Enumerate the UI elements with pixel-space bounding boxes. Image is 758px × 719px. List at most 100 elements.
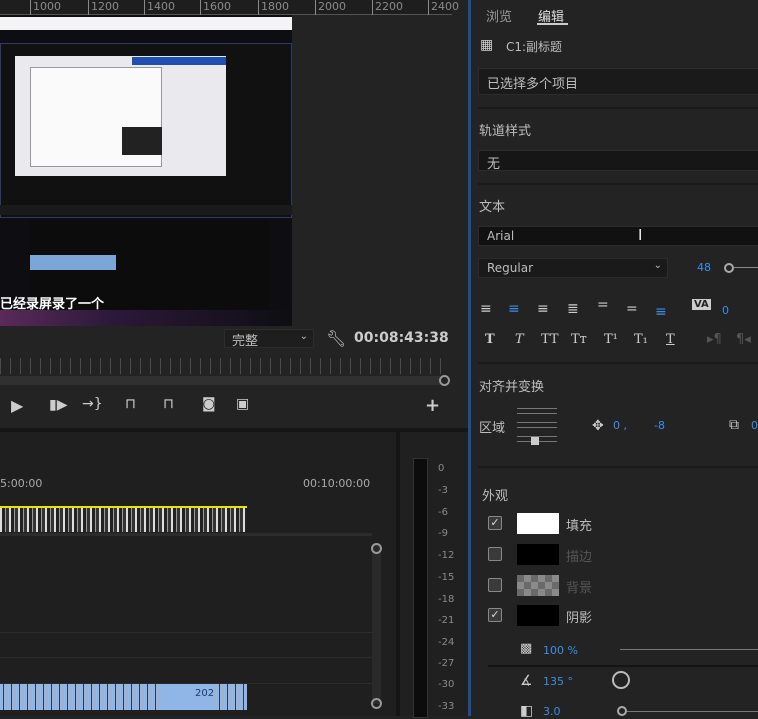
text-cursor-icon: I — [638, 226, 643, 244]
fill-checkbox[interactable]: ✓ — [488, 516, 502, 530]
meter-label: 0 — [438, 463, 445, 474]
shadow-color-swatch[interactable] — [517, 605, 559, 626]
shadow-distance[interactable]: 3.0 — [543, 705, 561, 718]
background-checkbox[interactable] — [488, 578, 502, 592]
background-color-swatch[interactable] — [517, 575, 559, 596]
font-size-slider-handle[interactable] — [724, 263, 734, 273]
meter-label: -33 — [438, 701, 455, 712]
text-heading: 文本 — [479, 200, 506, 215]
align-center-icon[interactable]: ≡ — [508, 301, 520, 317]
vertical-scrollbar[interactable] — [372, 544, 381, 704]
meter-label: -30 — [438, 679, 455, 690]
move-icon: ✥ — [592, 418, 604, 434]
audio-meter — [400, 432, 468, 718]
insert-icon[interactable]: →} — [82, 396, 103, 412]
align-left-icon[interactable]: ≡ — [480, 301, 492, 317]
add-icon[interactable]: + — [425, 395, 440, 416]
scroll-handle[interactable] — [371, 698, 382, 709]
font-size-value[interactable]: 48 — [697, 261, 711, 274]
time-label: 00:10:00:00 — [303, 477, 371, 490]
ruler-tick: 1800 — [258, 0, 289, 15]
essential-graphics-panel: 浏览 编辑 ▦ C1:副标题 已选择多个项目 轨道样式 无 文本 Arial I… — [471, 0, 758, 719]
ltr-icon[interactable]: ▸¶ — [707, 332, 722, 347]
align-middle-icon[interactable]: = — [626, 301, 638, 317]
shadow-angle[interactable]: 135 ° — [543, 675, 573, 688]
timeline-panel[interactable]: 5:00:00 00:10:00:00 202 — [0, 432, 396, 716]
clip-name: C1:副标题 — [506, 40, 563, 54]
background-label: 背景 — [566, 581, 593, 596]
canvas-ruler: 1000 1200 1400 1600 1800 2000 2200 2400 — [0, 0, 459, 15]
fill-label: 填充 — [566, 519, 593, 534]
meter-label: -6 — [438, 507, 448, 518]
rtl-icon[interactable]: ¶◂ — [736, 332, 751, 347]
track-style-heading: 轨道样式 — [479, 124, 532, 139]
faux-italic-icon[interactable]: T — [515, 332, 524, 347]
opacity-slider[interactable] — [620, 649, 758, 650]
align-bottom-icon[interactable]: ≡ — [655, 304, 667, 320]
ruler-tick: 2200 — [372, 0, 403, 15]
tracking-icon: VA — [692, 299, 711, 310]
superscript-icon[interactable]: T¹ — [604, 332, 618, 347]
meter-label: -12 — [438, 550, 455, 561]
lift-icon[interactable]: ⊓ — [125, 396, 136, 412]
ruler-tick: 2000 — [315, 0, 346, 15]
selection-field: 已选择多个项目 — [478, 68, 758, 95]
position-x[interactable]: 0 , — [613, 419, 627, 432]
small-caps-icon[interactable]: Tт — [571, 332, 587, 347]
extract-icon[interactable]: ⊓ — [163, 396, 174, 412]
play-icon[interactable]: ▶ — [11, 396, 23, 415]
align-transform-heading: 对齐并变换 — [479, 380, 545, 395]
font-style-select[interactable]: Regular ⌄ — [478, 258, 668, 278]
resolution-select[interactable]: 完整 ⌄ — [224, 329, 314, 349]
text-layer-icon: ▦ — [480, 37, 494, 53]
meter-label: -15 — [438, 572, 455, 583]
underline-icon[interactable]: T — [666, 332, 675, 347]
stroke-color-swatch[interactable] — [517, 544, 559, 565]
distance-icon: ◧ — [520, 703, 534, 719]
appearance-heading: 外观 — [482, 489, 509, 504]
angle-dial[interactable] — [612, 671, 630, 689]
position-y[interactable]: -8 — [654, 419, 665, 432]
time-label: 5:00:00 — [0, 477, 43, 490]
scale-icon: ⧉ — [729, 417, 739, 433]
font-select[interactable]: Arial — [478, 226, 758, 246]
meter-label: -9 — [438, 528, 448, 539]
ruler-tick: 1000 — [30, 0, 61, 15]
scale-value[interactable]: 0 — [751, 419, 758, 432]
subscript-icon[interactable]: T₁ — [634, 332, 648, 347]
meter-label: -3 — [438, 485, 448, 496]
step-forward-icon[interactable]: ▮▶ — [49, 397, 67, 413]
align-right-icon[interactable]: ≡ — [537, 301, 549, 317]
compare-icon[interactable]: ▣ — [236, 396, 249, 412]
meter-label: -21 — [438, 615, 455, 626]
all-caps-icon[interactable]: TT — [541, 332, 559, 347]
zoom-scrollbar[interactable] — [0, 376, 440, 385]
chevron-down-icon: ⌄ — [299, 331, 308, 342]
wrench-icon[interactable]: 🔧︎ — [326, 329, 346, 348]
tab-browse[interactable]: 浏览 — [486, 6, 512, 25]
ruler-tick: 1200 — [88, 0, 119, 15]
stroke-checkbox[interactable] — [488, 547, 502, 561]
timecode: 00:08:43:38 — [354, 330, 449, 346]
ruler-tick: 2400 — [428, 0, 459, 15]
shadow-checkbox[interactable]: ✓ — [488, 608, 502, 622]
meter-label: -27 — [438, 658, 455, 669]
angle-icon: ∡ — [520, 673, 533, 689]
clip-label: 202 — [195, 688, 215, 699]
justify-icon[interactable]: ≣ — [567, 301, 579, 317]
scroll-handle[interactable] — [439, 375, 450, 386]
align-top-icon[interactable]: = — [597, 297, 609, 313]
tracking-value[interactable]: 0 — [722, 304, 729, 317]
program-monitor-video[interactable]: 已经录屏录了一个 — [0, 15, 292, 326]
track-style-select[interactable]: 无 — [478, 150, 758, 172]
fill-color-swatch[interactable] — [517, 513, 559, 534]
faux-bold-icon[interactable]: T — [485, 332, 495, 347]
region-label: 区域 — [479, 421, 506, 436]
shadow-opacity[interactable]: 100 % — [543, 644, 578, 657]
stroke-label: 描边 — [566, 550, 593, 565]
subtitle-text: 已经录屏录了一个 — [0, 297, 105, 312]
camera-icon[interactable]: ◙ — [202, 396, 216, 412]
monitor-time-ruler[interactable] — [0, 358, 446, 374]
scroll-handle[interactable] — [371, 543, 382, 554]
distance-slider-handle[interactable] — [617, 706, 627, 716]
